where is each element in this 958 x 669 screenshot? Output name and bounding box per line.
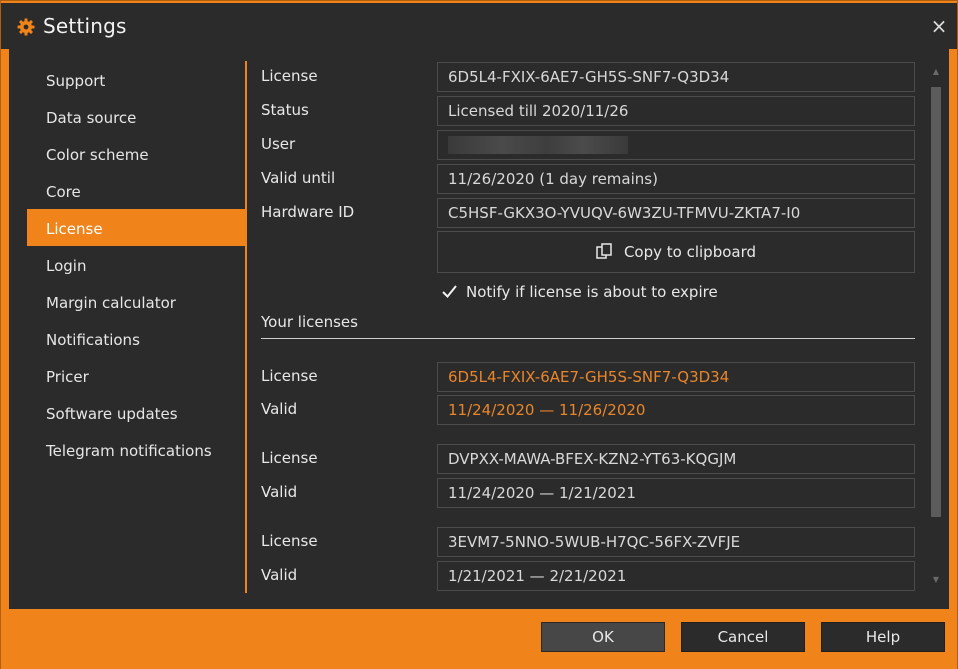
sidebar-item-login[interactable]: Login (27, 246, 245, 283)
sidebar-item-notifications[interactable]: Notifications (27, 320, 245, 357)
notify-label: Notify if license is about to expire (466, 283, 718, 301)
ok-button[interactable]: OK (541, 622, 665, 652)
sidebar-item-color-scheme[interactable]: Color scheme (27, 135, 245, 172)
status-label: Status (261, 101, 309, 119)
license-label: License (261, 532, 318, 550)
scroll-up-arrow-icon[interactable]: ▲ (931, 67, 941, 77)
valid-until-field[interactable]: 11/26/2020 (1 day remains) (437, 164, 915, 194)
sidebar-item-telegram-notifications[interactable]: Telegram notifications (27, 431, 245, 468)
status-field[interactable]: Licensed till 2020/11/26 (437, 96, 915, 126)
your-license-2-valid-row: Valid 11/24/2020 — 1/21/2021 (261, 478, 921, 508)
valid-until-row: Valid until 11/26/2020 (1 day remains) (261, 164, 921, 194)
status-row: Status Licensed till 2020/11/26 (261, 96, 921, 126)
license-label: License (261, 67, 318, 85)
user-label: User (261, 135, 296, 153)
cancel-button[interactable]: Cancel (681, 622, 805, 652)
your-licenses-title: Your licenses (261, 313, 358, 331)
your-license-1-valid-row: Valid 11/24/2020 — 11/26/2020 (261, 395, 921, 425)
license-panel: License 6D5L4-FXIX-6AE7-GH5S-SNF7-Q3D34 … (247, 49, 927, 609)
help-button[interactable]: Help (821, 622, 945, 652)
your-license-3-valid-row: Valid 1/21/2021 — 2/21/2021 (261, 561, 921, 591)
sidebar-item-software-updates[interactable]: Software updates (27, 394, 245, 431)
your-license-1-key-row: License 6D5L4-FXIX-6AE7-GH5S-SNF7-Q3D34 (261, 362, 921, 392)
your-license-3-key[interactable]: 3EVM7-5NNO-5WUB-H7QC-56FX-ZVFJE (437, 527, 915, 557)
your-license-2-valid[interactable]: 11/24/2020 — 1/21/2021 (437, 478, 915, 508)
title-bar[interactable]: Settings × (1, 1, 957, 49)
scrollbar-thumb[interactable] (931, 87, 941, 517)
sidebar-item-support[interactable]: Support (27, 61, 245, 98)
close-icon[interactable]: × (927, 13, 951, 39)
valid-label: Valid (261, 400, 298, 418)
valid-label: Valid (261, 566, 298, 584)
your-license-2-key[interactable]: DVPXX-MAWA-BFEX-KZN2-YT63-KQGJM (437, 444, 915, 474)
settings-body: Support Data source Color scheme Core Li… (9, 49, 949, 609)
settings-sidebar: Support Data source Color scheme Core Li… (27, 61, 245, 468)
copy-icon (596, 234, 614, 259)
settings-window: Settings × Support Data source Color sch… (0, 0, 958, 669)
window-title: Settings (43, 14, 127, 38)
your-license-1-valid[interactable]: 11/24/2020 — 11/26/2020 (437, 395, 915, 425)
gear-icon (17, 18, 35, 36)
vertical-scrollbar[interactable]: ▲ ▼ (927, 61, 945, 593)
license-label: License (261, 449, 318, 467)
hardware-id-label: Hardware ID (261, 203, 355, 221)
license-label: License (261, 367, 318, 385)
sidebar-item-margin-calculator[interactable]: Margin calculator (27, 283, 245, 320)
sidebar-item-pricer[interactable]: Pricer (27, 357, 245, 394)
valid-label: Valid (261, 483, 298, 501)
dialog-footer: OK Cancel Help (1, 609, 957, 669)
sidebar-item-core[interactable]: Core (27, 172, 245, 209)
your-license-3-key-row: License 3EVM7-5NNO-5WUB-H7QC-56FX-ZVFJE (261, 527, 921, 557)
notify-checkbox[interactable] (441, 283, 458, 300)
copy-to-clipboard-button[interactable]: Copy to clipboard (437, 231, 915, 273)
user-row: User (261, 130, 921, 160)
license-field[interactable]: 6D5L4-FXIX-6AE7-GH5S-SNF7-Q3D34 (437, 62, 915, 92)
copy-button-label: Copy to clipboard (623, 243, 757, 261)
your-license-1-key[interactable]: 6D5L4-FXIX-6AE7-GH5S-SNF7-Q3D34 (437, 362, 915, 392)
sidebar-item-license[interactable]: License (27, 209, 245, 246)
scroll-down-arrow-icon[interactable]: ▼ (931, 575, 941, 585)
hardware-id-field[interactable]: C5HSF-GKX3O-YVUQV-6W3ZU-TFMVU-ZKTA7-I0 (437, 198, 915, 228)
user-field[interactable] (437, 130, 915, 160)
sidebar-item-data-source[interactable]: Data source (27, 98, 245, 135)
hardware-id-row: Hardware ID C5HSF-GKX3O-YVUQV-6W3ZU-TFMV… (261, 198, 921, 228)
redacted-user-value (448, 136, 628, 154)
section-divider (261, 338, 915, 339)
valid-until-label: Valid until (261, 169, 336, 187)
your-license-2-key-row: License DVPXX-MAWA-BFEX-KZN2-YT63-KQGJM (261, 444, 921, 474)
your-license-3-valid[interactable]: 1/21/2021 — 2/21/2021 (437, 561, 915, 591)
notify-expire-option[interactable]: Notify if license is about to expire (441, 283, 718, 303)
license-row: License 6D5L4-FXIX-6AE7-GH5S-SNF7-Q3D34 (261, 62, 921, 92)
